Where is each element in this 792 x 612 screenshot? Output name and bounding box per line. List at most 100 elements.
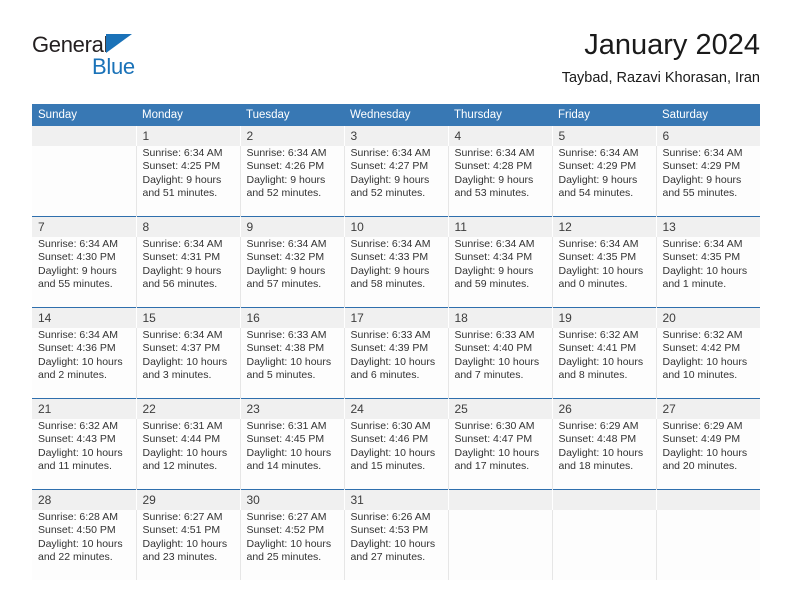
day-info-line: Daylight: 9 hours	[454, 173, 534, 186]
day-cell[interactable]: Sunrise: 6:34 AM Sunset: 4:36 PM Daylight:…	[32, 328, 136, 399]
day-cell[interactable]: Sunrise: 6:34 AM Sunset: 4:35 PM Daylight:…	[655, 237, 760, 308]
day-number[interactable]: 29	[135, 489, 240, 510]
day-number[interactable]: 2	[239, 126, 344, 146]
day-info-line: Daylight: 10 hours	[350, 537, 436, 550]
day-cell[interactable]: Sunrise: 6:34 AM Sunset: 4:27 PM Daylight:…	[343, 146, 448, 217]
day-info-line: Sunrise: 6:34 AM	[246, 147, 327, 159]
day-number[interactable]: 9	[239, 216, 344, 237]
day-info-line: Sunset: 4:42 PM	[662, 342, 741, 355]
day-cell[interactable]: Sunrise: 6:29 AM Sunset: 4:49 PM Daylight:…	[655, 419, 760, 490]
day-number[interactable]: 17	[343, 307, 448, 328]
day-info-line: Daylight: 10 hours	[142, 355, 228, 368]
day-cell[interactable]: Sunrise: 6:34 AM Sunset: 4:30 PM Daylight:…	[32, 237, 136, 308]
day-info-line: Sunrise: 6:29 AM	[662, 420, 743, 432]
weekday-header-row: Sunday Monday Tuesday Wednesday Thursday…	[32, 104, 760, 126]
day-cell[interactable]: Sunrise: 6:31 AM Sunset: 4:45 PM Daylight:…	[239, 419, 344, 490]
day-cell[interactable]: Sunrise: 6:32 AM Sunset: 4:42 PM Daylight:…	[655, 328, 760, 399]
day-info-line: Sunset: 4:33 PM	[350, 251, 429, 264]
day-number[interactable]: 7	[32, 216, 136, 237]
day-number[interactable]: 20	[655, 307, 760, 328]
day-cell[interactable]: Sunrise: 6:32 AM Sunset: 4:43 PM Daylight:…	[32, 419, 136, 490]
day-cell[interactable]: Sunrise: 6:34 AM Sunset: 4:32 PM Daylight:…	[239, 237, 344, 308]
day-number-empty	[551, 489, 656, 510]
day-info-line: Sunrise: 6:34 AM	[350, 238, 431, 250]
day-cell[interactable]: Sunrise: 6:34 AM Sunset: 4:28 PM Daylight:…	[447, 146, 552, 217]
day-cell-empty	[447, 510, 552, 580]
day-info-line: and 56 minutes.	[142, 278, 218, 291]
day-number[interactable]: 27	[655, 398, 760, 419]
day-number[interactable]: 13	[655, 216, 760, 237]
day-cell[interactable]: Sunrise: 6:29 AM Sunset: 4:48 PM Daylight:…	[551, 419, 656, 490]
day-number[interactable]: 3	[343, 126, 448, 146]
day-number[interactable]: 19	[551, 307, 656, 328]
day-number[interactable]: 12	[551, 216, 656, 237]
day-info-line: Daylight: 10 hours	[142, 537, 228, 550]
day-cell[interactable]: Sunrise: 6:28 AM Sunset: 4:50 PM Daylight:…	[32, 510, 136, 580]
day-cell[interactable]: Sunrise: 6:34 AM Sunset: 4:29 PM Daylight:…	[655, 146, 760, 217]
day-info-line: Daylight: 10 hours	[662, 446, 748, 459]
day-cell[interactable]: Sunrise: 6:32 AM Sunset: 4:41 PM Daylight:…	[551, 328, 656, 399]
day-number[interactable]: 1	[135, 126, 240, 146]
day-cell[interactable]: Sunrise: 6:34 AM Sunset: 4:34 PM Daylight:…	[447, 237, 552, 308]
day-info-line: Daylight: 10 hours	[662, 355, 748, 368]
day-number[interactable]: 25	[447, 398, 552, 419]
day-number[interactable]: 26	[551, 398, 656, 419]
day-info-line: and 15 minutes.	[350, 460, 426, 473]
day-number[interactable]: 21	[32, 398, 136, 419]
day-number-empty	[655, 489, 760, 510]
day-number[interactable]: 24	[343, 398, 448, 419]
title-block: January 2024 Taybad, Razavi Khorasan, Ir…	[562, 28, 760, 88]
day-info-line: Daylight: 10 hours	[558, 264, 644, 277]
day-cell[interactable]: Sunrise: 6:30 AM Sunset: 4:47 PM Daylight:…	[447, 419, 552, 490]
day-info-line: and 0 minutes.	[558, 278, 628, 291]
day-number[interactable]: 15	[135, 307, 240, 328]
day-cell[interactable]: Sunrise: 6:34 AM Sunset: 4:29 PM Daylight:…	[551, 146, 656, 217]
day-info-line: and 54 minutes.	[558, 187, 634, 200]
day-cell[interactable]: Sunrise: 6:30 AM Sunset: 4:46 PM Daylight:…	[343, 419, 448, 490]
day-number[interactable]: 31	[343, 489, 448, 510]
day-info-line: Sunrise: 6:32 AM	[662, 329, 743, 341]
day-info-line: and 51 minutes.	[142, 187, 218, 200]
day-info-line: Sunrise: 6:31 AM	[246, 420, 327, 432]
day-cell[interactable]: Sunrise: 6:33 AM Sunset: 4:39 PM Daylight:…	[343, 328, 448, 399]
day-number[interactable]: 22	[135, 398, 240, 419]
day-info-line: Sunrise: 6:30 AM	[350, 420, 431, 432]
day-cell[interactable]: Sunrise: 6:34 AM Sunset: 4:31 PM Daylight:…	[135, 237, 240, 308]
page-header: General Blue January 2024 Taybad, Razavi…	[32, 28, 760, 98]
day-info-line: Sunset: 4:49 PM	[662, 433, 741, 446]
day-number-empty	[32, 126, 136, 146]
day-number[interactable]: 5	[551, 126, 656, 146]
day-cell[interactable]: Sunrise: 6:33 AM Sunset: 4:38 PM Daylight:…	[239, 328, 344, 399]
day-info-line: Sunset: 4:51 PM	[142, 524, 221, 537]
day-cell[interactable]: Sunrise: 6:34 AM Sunset: 4:25 PM Daylight:…	[135, 146, 240, 217]
day-cell[interactable]: Sunrise: 6:34 AM Sunset: 4:26 PM Daylight:…	[239, 146, 344, 217]
day-info-line: Sunrise: 6:34 AM	[454, 147, 535, 159]
day-info-line: and 8 minutes.	[558, 369, 628, 382]
day-number[interactable]: 30	[239, 489, 344, 510]
day-number[interactable]: 16	[239, 307, 344, 328]
day-number[interactable]: 6	[655, 126, 760, 146]
day-cell[interactable]: Sunrise: 6:27 AM Sunset: 4:52 PM Daylight:…	[239, 510, 344, 580]
calendar-page: General Blue January 2024 Taybad, Razavi…	[0, 0, 792, 612]
day-cell[interactable]: Sunrise: 6:31 AM Sunset: 4:44 PM Daylight:…	[135, 419, 240, 490]
day-number[interactable]: 11	[447, 216, 552, 237]
day-cell[interactable]: Sunrise: 6:26 AM Sunset: 4:53 PM Daylight:…	[343, 510, 448, 580]
day-number[interactable]: 8	[135, 216, 240, 237]
day-info-line: Sunset: 4:41 PM	[558, 342, 637, 355]
day-number[interactable]: 18	[447, 307, 552, 328]
day-number[interactable]: 28	[32, 489, 136, 510]
day-number[interactable]: 14	[32, 307, 136, 328]
day-info-line: and 11 minutes.	[38, 460, 112, 473]
day-number[interactable]: 23	[239, 398, 344, 419]
day-cell[interactable]: Sunrise: 6:34 AM Sunset: 4:37 PM Daylight:…	[135, 328, 240, 399]
day-info-line: Sunset: 4:48 PM	[558, 433, 637, 446]
day-cell[interactable]: Sunrise: 6:27 AM Sunset: 4:51 PM Daylight:…	[135, 510, 240, 580]
day-cell[interactable]: Sunrise: 6:33 AM Sunset: 4:40 PM Daylight:…	[447, 328, 552, 399]
day-number[interactable]: 4	[447, 126, 552, 146]
day-number[interactable]: 10	[343, 216, 448, 237]
day-info-line: Daylight: 10 hours	[350, 446, 436, 459]
day-info-line: Daylight: 9 hours	[350, 264, 430, 277]
day-cell[interactable]: Sunrise: 6:34 AM Sunset: 4:33 PM Daylight:…	[343, 237, 448, 308]
day-cell[interactable]: Sunrise: 6:34 AM Sunset: 4:35 PM Daylight:…	[551, 237, 656, 308]
day-info-line: Daylight: 10 hours	[558, 446, 644, 459]
